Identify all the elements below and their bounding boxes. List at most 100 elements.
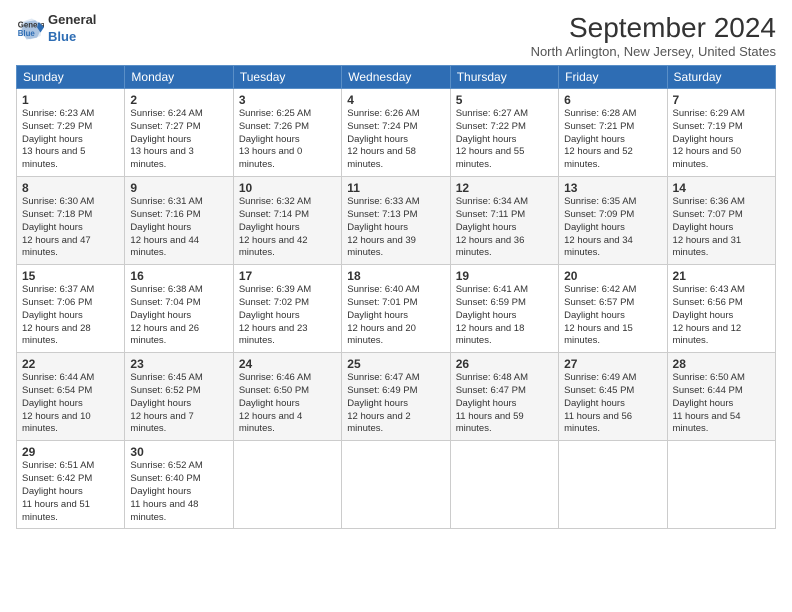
- day-info: Sunrise: 6:24 AM Sunset: 7:27 PM Dayligh…: [130, 108, 227, 172]
- day-number: 5: [456, 93, 553, 107]
- day-info: Sunrise: 6:28 AM Sunset: 7:21 PM Dayligh…: [564, 108, 661, 172]
- day-number: 27: [564, 357, 661, 371]
- table-row: 30 Sunrise: 6:52 AM Sunset: 6:40 PM Dayl…: [125, 441, 233, 529]
- col-sunday: Sunday: [17, 66, 125, 89]
- day-info: Sunrise: 6:46 AM Sunset: 6:50 PM Dayligh…: [239, 372, 336, 436]
- day-number: 11: [347, 181, 444, 195]
- month-title: September 2024: [531, 12, 776, 44]
- logo: General Blue General Blue: [16, 12, 96, 46]
- day-info: Sunrise: 6:45 AM Sunset: 6:52 PM Dayligh…: [130, 372, 227, 436]
- table-row: 29 Sunrise: 6:51 AM Sunset: 6:42 PM Dayl…: [17, 441, 125, 529]
- col-saturday: Saturday: [667, 66, 775, 89]
- day-info: Sunrise: 6:52 AM Sunset: 6:40 PM Dayligh…: [130, 460, 227, 524]
- day-info: Sunrise: 6:31 AM Sunset: 7:16 PM Dayligh…: [130, 196, 227, 260]
- table-row: 9 Sunrise: 6:31 AM Sunset: 7:16 PM Dayli…: [125, 177, 233, 265]
- table-row: 19 Sunrise: 6:41 AM Sunset: 6:59 PM Dayl…: [450, 265, 558, 353]
- day-info: Sunrise: 6:30 AM Sunset: 7:18 PM Dayligh…: [22, 196, 119, 260]
- day-number: 2: [130, 93, 227, 107]
- table-row: [667, 441, 775, 529]
- table-row: 21 Sunrise: 6:43 AM Sunset: 6:56 PM Dayl…: [667, 265, 775, 353]
- day-info: Sunrise: 6:49 AM Sunset: 6:45 PM Dayligh…: [564, 372, 661, 436]
- table-row: 26 Sunrise: 6:48 AM Sunset: 6:47 PM Dayl…: [450, 353, 558, 441]
- page: General Blue General Blue September 2024…: [0, 0, 792, 612]
- table-row: 14 Sunrise: 6:36 AM Sunset: 7:07 PM Dayl…: [667, 177, 775, 265]
- col-monday: Monday: [125, 66, 233, 89]
- day-number: 9: [130, 181, 227, 195]
- table-row: 8 Sunrise: 6:30 AM Sunset: 7:18 PM Dayli…: [17, 177, 125, 265]
- table-row: 20 Sunrise: 6:42 AM Sunset: 6:57 PM Dayl…: [559, 265, 667, 353]
- col-thursday: Thursday: [450, 66, 558, 89]
- day-number: 6: [564, 93, 661, 107]
- title-section: September 2024 North Arlington, New Jers…: [531, 12, 776, 59]
- table-row: 25 Sunrise: 6:47 AM Sunset: 6:49 PM Dayl…: [342, 353, 450, 441]
- day-number: 29: [22, 445, 119, 459]
- header-row: Sunday Monday Tuesday Wednesday Thursday…: [17, 66, 776, 89]
- calendar-table: Sunday Monday Tuesday Wednesday Thursday…: [16, 65, 776, 529]
- day-info: Sunrise: 6:26 AM Sunset: 7:24 PM Dayligh…: [347, 108, 444, 172]
- day-info: Sunrise: 6:50 AM Sunset: 6:44 PM Dayligh…: [673, 372, 770, 436]
- day-number: 14: [673, 181, 770, 195]
- day-number: 18: [347, 269, 444, 283]
- day-info: Sunrise: 6:32 AM Sunset: 7:14 PM Dayligh…: [239, 196, 336, 260]
- day-info: Sunrise: 6:42 AM Sunset: 6:57 PM Dayligh…: [564, 284, 661, 348]
- table-row: 7 Sunrise: 6:29 AM Sunset: 7:19 PM Dayli…: [667, 89, 775, 177]
- table-row: 17 Sunrise: 6:39 AM Sunset: 7:02 PM Dayl…: [233, 265, 341, 353]
- day-number: 15: [22, 269, 119, 283]
- day-number: 24: [239, 357, 336, 371]
- table-row: 2 Sunrise: 6:24 AM Sunset: 7:27 PM Dayli…: [125, 89, 233, 177]
- table-row: 28 Sunrise: 6:50 AM Sunset: 6:44 PM Dayl…: [667, 353, 775, 441]
- day-info: Sunrise: 6:43 AM Sunset: 6:56 PM Dayligh…: [673, 284, 770, 348]
- day-number: 1: [22, 93, 119, 107]
- day-info: Sunrise: 6:25 AM Sunset: 7:26 PM Dayligh…: [239, 108, 336, 172]
- day-info: Sunrise: 6:38 AM Sunset: 7:04 PM Dayligh…: [130, 284, 227, 348]
- day-number: 22: [22, 357, 119, 371]
- day-number: 4: [347, 93, 444, 107]
- day-number: 25: [347, 357, 444, 371]
- day-info: Sunrise: 6:35 AM Sunset: 7:09 PM Dayligh…: [564, 196, 661, 260]
- location-title: North Arlington, New Jersey, United Stat…: [531, 44, 776, 59]
- day-info: Sunrise: 6:51 AM Sunset: 6:42 PM Dayligh…: [22, 460, 119, 524]
- day-info: Sunrise: 6:48 AM Sunset: 6:47 PM Dayligh…: [456, 372, 553, 436]
- day-info: Sunrise: 6:44 AM Sunset: 6:54 PM Dayligh…: [22, 372, 119, 436]
- table-row: 23 Sunrise: 6:45 AM Sunset: 6:52 PM Dayl…: [125, 353, 233, 441]
- day-number: 16: [130, 269, 227, 283]
- day-info: Sunrise: 6:36 AM Sunset: 7:07 PM Dayligh…: [673, 196, 770, 260]
- day-number: 3: [239, 93, 336, 107]
- table-row: 18 Sunrise: 6:40 AM Sunset: 7:01 PM Dayl…: [342, 265, 450, 353]
- col-friday: Friday: [559, 66, 667, 89]
- logo-text: General Blue: [48, 12, 96, 46]
- table-row: [450, 441, 558, 529]
- day-info: Sunrise: 6:37 AM Sunset: 7:06 PM Dayligh…: [22, 284, 119, 348]
- table-row: 16 Sunrise: 6:38 AM Sunset: 7:04 PM Dayl…: [125, 265, 233, 353]
- table-row: 24 Sunrise: 6:46 AM Sunset: 6:50 PM Dayl…: [233, 353, 341, 441]
- table-row: [559, 441, 667, 529]
- day-info: Sunrise: 6:41 AM Sunset: 6:59 PM Dayligh…: [456, 284, 553, 348]
- day-number: 12: [456, 181, 553, 195]
- day-info: Sunrise: 6:29 AM Sunset: 7:19 PM Dayligh…: [673, 108, 770, 172]
- day-info: Sunrise: 6:39 AM Sunset: 7:02 PM Dayligh…: [239, 284, 336, 348]
- day-number: 13: [564, 181, 661, 195]
- day-number: 17: [239, 269, 336, 283]
- table-row: 6 Sunrise: 6:28 AM Sunset: 7:21 PM Dayli…: [559, 89, 667, 177]
- table-row: 3 Sunrise: 6:25 AM Sunset: 7:26 PM Dayli…: [233, 89, 341, 177]
- header: General Blue General Blue September 2024…: [16, 12, 776, 59]
- day-number: 26: [456, 357, 553, 371]
- table-row: 5 Sunrise: 6:27 AM Sunset: 7:22 PM Dayli…: [450, 89, 558, 177]
- day-info: Sunrise: 6:47 AM Sunset: 6:49 PM Dayligh…: [347, 372, 444, 436]
- table-row: 22 Sunrise: 6:44 AM Sunset: 6:54 PM Dayl…: [17, 353, 125, 441]
- day-number: 21: [673, 269, 770, 283]
- table-row: 4 Sunrise: 6:26 AM Sunset: 7:24 PM Dayli…: [342, 89, 450, 177]
- day-number: 23: [130, 357, 227, 371]
- table-row: 15 Sunrise: 6:37 AM Sunset: 7:06 PM Dayl…: [17, 265, 125, 353]
- col-tuesday: Tuesday: [233, 66, 341, 89]
- logo-icon: General Blue: [16, 15, 44, 43]
- table-row: [342, 441, 450, 529]
- day-number: 8: [22, 181, 119, 195]
- day-number: 30: [130, 445, 227, 459]
- day-number: 20: [564, 269, 661, 283]
- day-number: 7: [673, 93, 770, 107]
- day-info: Sunrise: 6:33 AM Sunset: 7:13 PM Dayligh…: [347, 196, 444, 260]
- day-number: 19: [456, 269, 553, 283]
- day-number: 28: [673, 357, 770, 371]
- table-row: 27 Sunrise: 6:49 AM Sunset: 6:45 PM Dayl…: [559, 353, 667, 441]
